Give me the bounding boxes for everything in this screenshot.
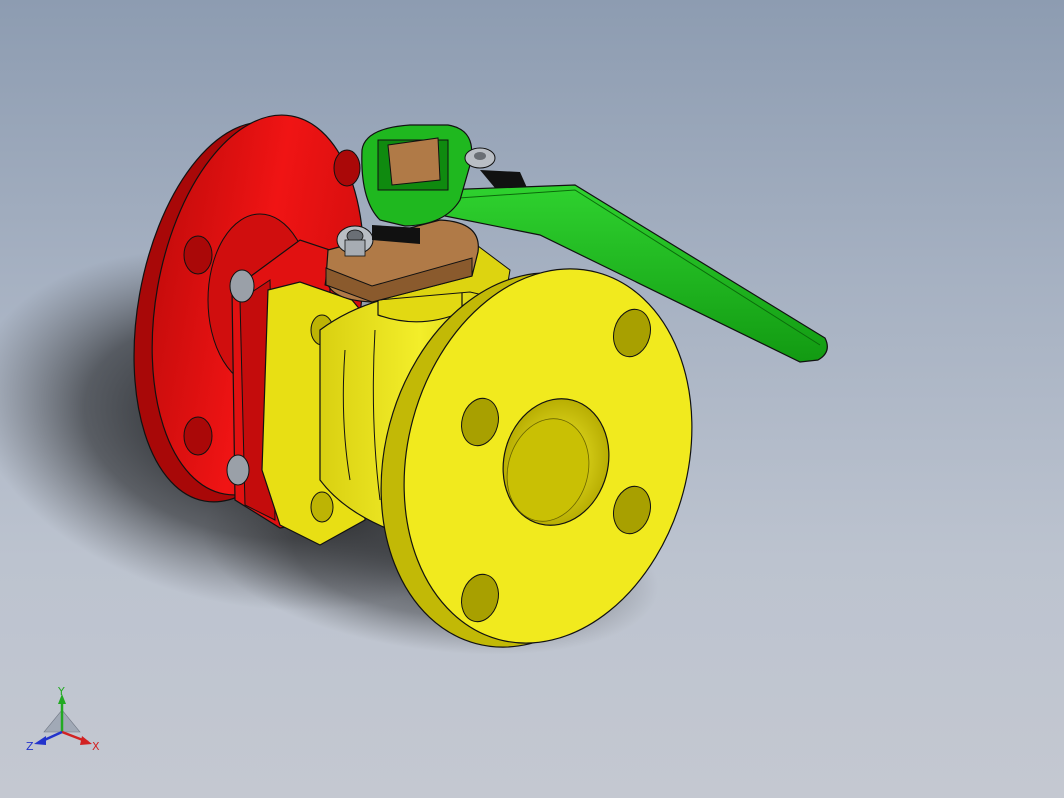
triad-y-label: Y	[57, 685, 65, 698]
graphics-viewport[interactable]: Y X Z	[0, 0, 1064, 798]
flange-bolt-hole	[183, 416, 213, 456]
stem-square	[387, 137, 441, 186]
hex-nut	[229, 269, 255, 303]
valve-model[interactable]	[0, 0, 1064, 798]
flange-bolt-hole	[183, 235, 213, 275]
flange-bolt-hole	[333, 149, 361, 187]
triad-x-arrow	[80, 736, 92, 745]
hex-nut	[226, 454, 250, 486]
body-bolt-hole	[310, 491, 334, 523]
orientation-triad: Y X Z	[26, 685, 100, 753]
triad-x-label: X	[92, 740, 100, 753]
triad-z-arrow	[34, 736, 46, 745]
triad-z-label: Z	[26, 740, 34, 753]
